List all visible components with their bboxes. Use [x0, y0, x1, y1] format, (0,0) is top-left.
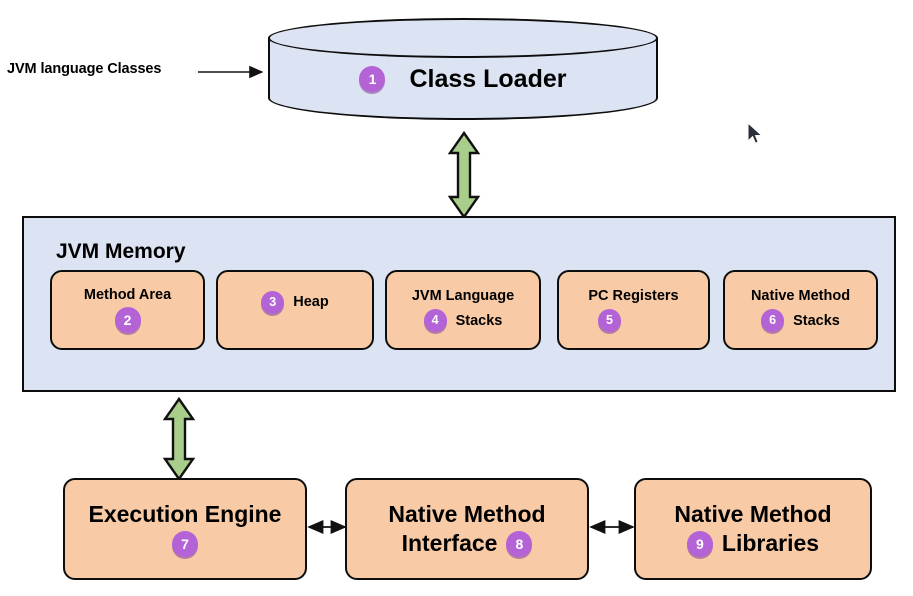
badge-6: 6 [761, 309, 785, 332]
native-libraries-line2: 9 Libraries [686, 530, 820, 557]
pc-registers-line1: PC Registers [588, 288, 678, 304]
execution-engine-node[interactable]: Execution Engine 7 [63, 478, 307, 580]
class-loader-node[interactable]: 1 Class Loader [268, 18, 658, 120]
loader-memory-double-arrow-icon [447, 131, 481, 219]
badge-5: 5 [598, 309, 621, 332]
memory-box-pc-registers[interactable]: PC Registers 5 [557, 270, 710, 350]
badge-8: 8 [506, 530, 533, 557]
native-stacks-label-line1: Native Method [750, 288, 851, 304]
memory-engine-double-arrow-icon [162, 397, 196, 481]
jvm-memory-title: JVM Memory [56, 240, 186, 263]
jvm-stacks-label-line1: JVM Language [411, 288, 515, 304]
pc-registers-badge-row: 5 [598, 309, 621, 332]
method-area-line1: Method Area [84, 287, 171, 303]
native-interface-label-line2: Interface [401, 530, 498, 556]
input-arrow-icon [198, 65, 264, 79]
native-method-libraries-node[interactable]: Native Method 9 Libraries [634, 478, 872, 580]
native-interface-label-line1: Native Method [388, 501, 546, 527]
execution-engine-line1: Execution Engine [89, 501, 282, 528]
execution-engine-label: Execution Engine [88, 501, 282, 527]
source-label: JVM language Classes [7, 61, 162, 77]
badge-9: 9 [686, 530, 713, 557]
memory-box-native-method-stacks[interactable]: Native Method 6 Stacks [723, 270, 878, 350]
memory-box-method-area[interactable]: Method Area 2 [50, 270, 205, 350]
method-area-badge-row: 2 [114, 307, 141, 333]
jvm-memory-panel: JVM Memory Method Area 2 3 Heap JVM Lang… [22, 216, 896, 392]
execution-engine-badge-row: 7 [172, 531, 198, 557]
badge-2: 2 [114, 307, 141, 333]
badge-4: 4 [423, 309, 447, 332]
heap-label: Heap [293, 294, 329, 310]
memory-box-jvm-language-stacks[interactable]: JVM Language 4 Stacks [385, 270, 541, 350]
native-libraries-label-line1: Native Method [674, 501, 832, 527]
pc-registers-label: PC Registers [588, 288, 679, 304]
badge-7: 7 [172, 531, 198, 557]
native-interface-line2: Interface 8 [402, 530, 533, 557]
native-stacks-line1: Native Method [751, 288, 850, 304]
class-loader-content: 1 Class Loader [268, 38, 658, 120]
native-interface-line1: Native Method [388, 501, 545, 528]
native-stacks-line2: 6 Stacks [761, 309, 840, 332]
jvm-stacks-label-line2: Stacks [455, 312, 503, 329]
native-method-interface-node[interactable]: Native Method Interface 8 [345, 478, 589, 580]
method-area-label: Method Area [83, 287, 172, 303]
jvm-stacks-line1: JVM Language [412, 288, 514, 304]
badge-3: 3 [261, 290, 285, 314]
jvm-architecture-diagram: JVM language Classes 1 Class Loader JVM … [0, 0, 913, 596]
engine-interface-double-arrow-icon [307, 519, 347, 535]
mouse-pointer-icon [747, 122, 763, 144]
memory-box-heap[interactable]: 3 Heap [216, 270, 374, 350]
native-libraries-label-line2: Libraries [721, 530, 820, 556]
native-libraries-line1: Native Method [674, 501, 831, 528]
interface-libraries-double-arrow-icon [589, 519, 635, 535]
class-loader-label: Class Loader [409, 64, 567, 93]
jvm-stacks-line2: 4 Stacks [423, 309, 503, 332]
badge-1: 1 [359, 66, 386, 92]
native-stacks-label-line2: Stacks [793, 312, 840, 329]
heap-line1: 3 Heap [261, 290, 329, 314]
